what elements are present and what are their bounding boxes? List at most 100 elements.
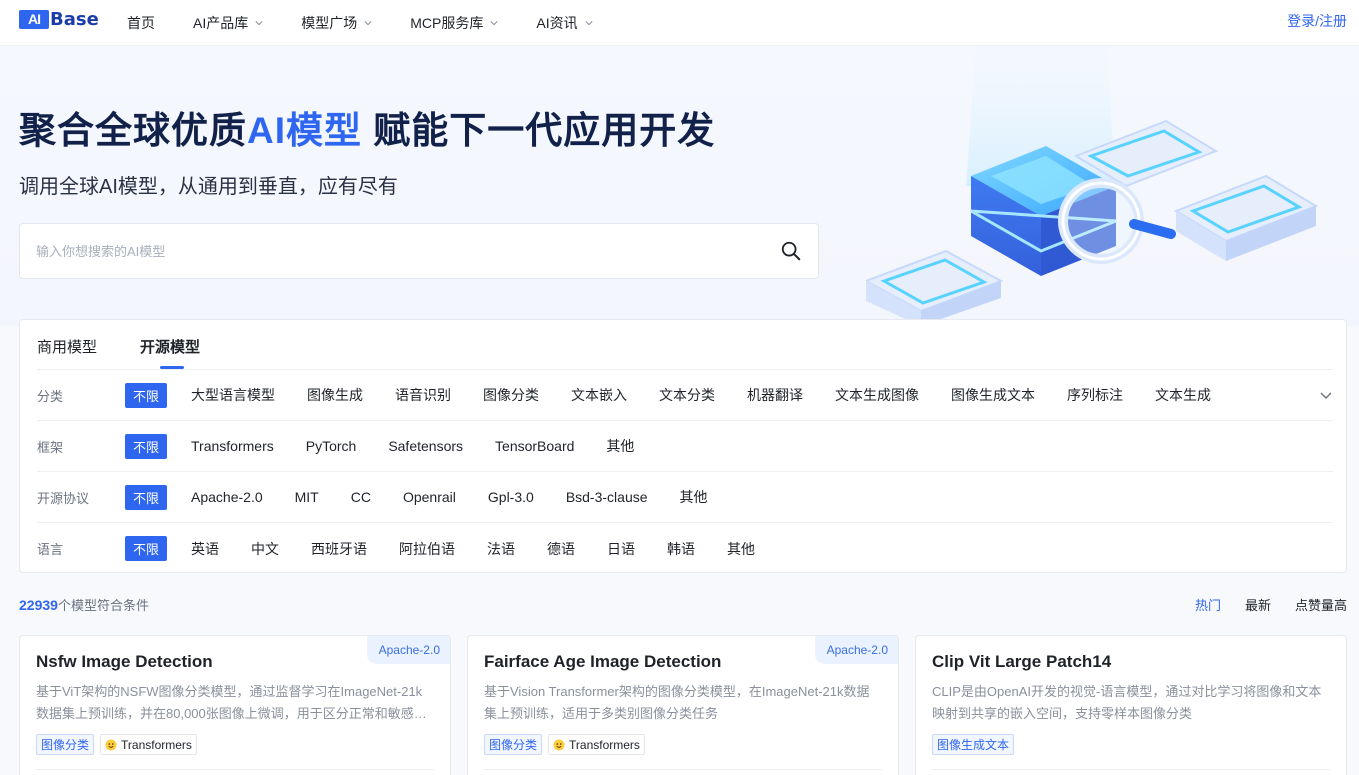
nav-mcp[interactable]: MCP服务库 bbox=[410, 13, 498, 33]
category-tag[interactable]: 图像生成文本 bbox=[932, 734, 1014, 755]
framework-tag[interactable]: Transformers bbox=[100, 734, 197, 755]
filter-chip-language[interactable]: 其他 bbox=[727, 539, 755, 559]
filter-chip-language[interactable]: 英语 bbox=[191, 539, 219, 559]
filter-chip-framework[interactable]: Safetensors bbox=[388, 438, 463, 454]
filter-chip-category[interactable]: 文本生成 bbox=[1155, 385, 1211, 405]
card-divider bbox=[484, 769, 882, 770]
filter-chip-category[interactable]: 文本分类 bbox=[659, 385, 715, 405]
filter-chip-framework[interactable]: PyTorch bbox=[306, 438, 357, 454]
nav-ai-news[interactable]: AI资讯 bbox=[536, 13, 592, 33]
filter-row-language: 语言 不限 英语 中文 西班牙语 阿拉伯语 法语 德语 日语 韩语 其他 bbox=[37, 523, 1333, 574]
sort-latest[interactable]: 最新 bbox=[1245, 595, 1271, 614]
filter-label-license: 开源协议 bbox=[37, 488, 125, 507]
filter-chip-language[interactable]: 韩语 bbox=[667, 539, 695, 559]
filter-chip-framework[interactable]: Transformers bbox=[191, 438, 274, 454]
nav-model-square-label: 模型广场 bbox=[301, 13, 357, 33]
hero-title-accent: AI模型 bbox=[247, 110, 362, 151]
filter-chip-category[interactable]: 图像生成 bbox=[307, 385, 363, 405]
hero-illustration bbox=[866, 46, 1336, 326]
sort-options: 热门 最新 点赞量高 bbox=[1171, 595, 1347, 614]
top-nav: AI Base 首页 AI产品库 模型广场 MCP服务库 AI资讯 登录/注册 bbox=[0, 0, 1359, 46]
filter-chip-license[interactable]: CC bbox=[351, 489, 371, 505]
nav-links: 首页 AI产品库 模型广场 MCP服务库 AI资讯 bbox=[127, 0, 631, 46]
model-card-tags: 图像分类 Transformers bbox=[484, 734, 651, 755]
nav-ai-products[interactable]: AI产品库 bbox=[193, 13, 263, 33]
license-badge: Apache-2.0 bbox=[367, 636, 450, 664]
chevron-down-icon[interactable] bbox=[1319, 388, 1333, 402]
logo-text: Base bbox=[50, 9, 99, 30]
model-card-description: 基于ViT架构的NSFW图像分类模型，通过监督学习在ImageNet-21k数据… bbox=[36, 681, 432, 725]
hero-banner: 聚合全球优质AI模型 赋能下一代应用开发 调用全球AI模型，从通用到垂直，应有尽… bbox=[0, 46, 1359, 326]
filter-chip-language[interactable]: 日语 bbox=[607, 539, 635, 559]
nav-ai-products-label: AI产品库 bbox=[193, 13, 248, 33]
chevron-down-icon bbox=[585, 19, 593, 27]
filter-chip-license[interactable]: MIT bbox=[295, 489, 319, 505]
model-card-title: Fairface Age Image Detection bbox=[484, 652, 721, 672]
tab-commercial-models[interactable]: 商用模型 bbox=[37, 336, 97, 357]
filter-chip-license[interactable]: Apache-2.0 bbox=[191, 489, 263, 505]
filter-chip-framework[interactable]: TensorBoard bbox=[495, 438, 574, 454]
framework-tag-label: Transformers bbox=[569, 738, 640, 752]
results-suffix: 个模型符合条件 bbox=[58, 598, 149, 613]
search-input[interactable] bbox=[36, 224, 756, 278]
filter-chip-language[interactable]: 法语 bbox=[487, 539, 515, 559]
nav-model-square[interactable]: 模型广场 bbox=[301, 13, 372, 33]
model-card-tags: 图像生成文本 bbox=[932, 734, 1020, 755]
filter-chip-language[interactable]: 德语 bbox=[547, 539, 575, 559]
model-card-description: CLIP是由OpenAI开发的视觉-语言模型，通过对比学习将图像和文本映射到共享… bbox=[932, 681, 1328, 725]
filter-row-license: 开源协议 不限 Apache-2.0 MIT CC Openrail Gpl-3… bbox=[37, 472, 1333, 523]
hero-title-pre: 聚合全球优质 bbox=[19, 110, 247, 151]
category-tag[interactable]: 图像分类 bbox=[36, 734, 94, 755]
filter-chip-category-all[interactable]: 不限 bbox=[125, 383, 167, 408]
filter-chip-category[interactable]: 语音识别 bbox=[395, 385, 451, 405]
filter-chip-framework-all[interactable]: 不限 bbox=[125, 434, 167, 459]
category-tag[interactable]: 图像分类 bbox=[484, 734, 542, 755]
sort-popular[interactable]: 热门 bbox=[1195, 595, 1221, 614]
filter-label-category: 分类 bbox=[37, 386, 125, 405]
results-count: 22939 bbox=[19, 597, 58, 613]
logo-mark: AI bbox=[19, 10, 49, 29]
filter-chip-category[interactable]: 序列标注 bbox=[1067, 385, 1123, 405]
filter-chip-license[interactable]: Openrail bbox=[403, 489, 456, 505]
nav-home[interactable]: 首页 bbox=[127, 13, 155, 33]
filter-panel: 商用模型 开源模型 分类 不限 大型语言模型 图像生成 语音识别 图像分类 文本… bbox=[19, 319, 1347, 573]
model-card[interactable]: Nsfw Image Detection Apache-2.0 基于ViT架构的… bbox=[19, 635, 451, 775]
model-card-title: Nsfw Image Detection bbox=[36, 652, 213, 672]
model-card[interactable]: Fairface Age Image Detection Apache-2.0 … bbox=[467, 635, 899, 775]
sort-most-liked[interactable]: 点赞量高 bbox=[1295, 595, 1347, 614]
chevron-down-icon bbox=[364, 19, 372, 27]
framework-tag[interactable]: Transformers bbox=[548, 734, 645, 755]
filter-chip-category[interactable]: 图像分类 bbox=[483, 385, 539, 405]
filter-row-category: 分类 不限 大型语言模型 图像生成 语音识别 图像分类 文本嵌入 文本分类 机器… bbox=[37, 370, 1333, 421]
logo[interactable]: AI Base bbox=[19, 9, 99, 29]
filter-chip-license[interactable]: 其他 bbox=[680, 487, 708, 507]
filter-chip-license-all[interactable]: 不限 bbox=[125, 485, 167, 510]
filter-row-framework: 框架 不限 Transformers PyTorch Safetensors T… bbox=[37, 421, 1333, 472]
filter-chip-language[interactable]: 西班牙语 bbox=[311, 539, 367, 559]
model-card[interactable]: Clip Vit Large Patch14 CLIP是由OpenAI开发的视觉… bbox=[915, 635, 1347, 775]
filter-chip-category[interactable]: 文本嵌入 bbox=[571, 385, 627, 405]
chevron-down-icon bbox=[255, 19, 263, 27]
filter-chip-language[interactable]: 阿拉伯语 bbox=[399, 539, 455, 559]
filter-chip-category[interactable]: 大型语言模型 bbox=[191, 385, 275, 405]
filter-chip-language-all[interactable]: 不限 bbox=[125, 536, 167, 561]
filter-chip-license[interactable]: Gpl-3.0 bbox=[488, 489, 534, 505]
hugging-face-icon bbox=[553, 739, 565, 751]
search-icon[interactable] bbox=[780, 240, 802, 262]
login-register-link[interactable]: 登录/注册 bbox=[1287, 11, 1347, 31]
filter-chip-language[interactable]: 中文 bbox=[251, 539, 279, 559]
filter-chip-category[interactable]: 图像生成文本 bbox=[951, 385, 1035, 405]
filter-chip-license[interactable]: Bsd-3-clause bbox=[566, 489, 648, 505]
filter-chip-framework[interactable]: 其他 bbox=[606, 436, 634, 456]
filter-label-framework: 框架 bbox=[37, 437, 125, 456]
filter-chip-category[interactable]: 机器翻译 bbox=[747, 385, 803, 405]
card-divider bbox=[932, 769, 1330, 770]
tab-open-source-models[interactable]: 开源模型 bbox=[140, 336, 200, 357]
nav-mcp-label: MCP服务库 bbox=[410, 13, 483, 33]
active-tab-indicator bbox=[160, 366, 184, 369]
hero-title: 聚合全球优质AI模型 赋能下一代应用开发 bbox=[19, 100, 715, 154]
filter-label-language: 语言 bbox=[37, 539, 125, 558]
nav-home-label: 首页 bbox=[127, 13, 155, 33]
card-divider bbox=[36, 769, 434, 770]
filter-chip-category[interactable]: 文本生成图像 bbox=[835, 385, 919, 405]
